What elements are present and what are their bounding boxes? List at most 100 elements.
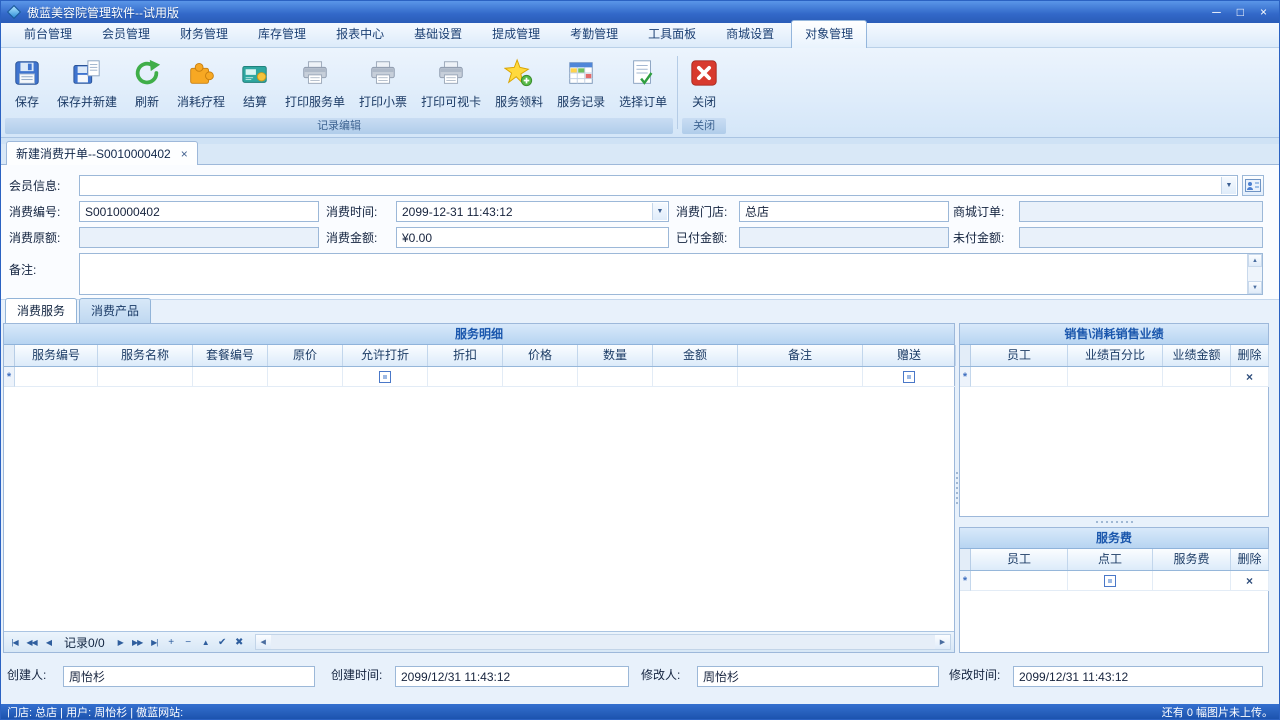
- scroll-up-icon[interactable]: ▲: [1248, 254, 1262, 267]
- cell-service-fee[interactable]: [1153, 571, 1231, 591]
- nav-edit-button[interactable]: ▲: [198, 634, 213, 650]
- nav-prev-page-button[interactable]: ◀◀: [24, 634, 39, 650]
- menu-tab-finance[interactable]: 财务管理: [167, 21, 241, 47]
- column-header[interactable]: 员工: [971, 345, 1068, 366]
- consume-time-combobox[interactable]: 2099-12-31 11:43:12 ▼: [396, 201, 669, 222]
- column-header[interactable]: 员工: [971, 549, 1068, 570]
- creator-field[interactable]: 周怡杉: [63, 666, 315, 687]
- column-header[interactable]: 删除: [1231, 549, 1269, 570]
- column-header[interactable]: 套餐编号: [193, 345, 268, 366]
- nav-post-button[interactable]: ✔: [215, 634, 230, 650]
- modifier-field[interactable]: 周怡杉: [697, 666, 939, 687]
- scroll-left-icon[interactable]: ◀: [256, 635, 271, 649]
- remark-scrollbar[interactable]: ▲ ▼: [1247, 254, 1262, 294]
- document-tab[interactable]: 新建消费开单--S0010000402 ×: [6, 141, 198, 165]
- table-row[interactable]: * ×: [960, 571, 1268, 591]
- menu-tab-object-management[interactable]: 对象管理: [791, 20, 867, 48]
- consume-amount-field[interactable]: ¥0.00: [396, 227, 669, 248]
- cell-discount[interactable]: [428, 367, 503, 387]
- consume-course-button[interactable]: 消耗疗程: [171, 53, 231, 112]
- checkbox-icon[interactable]: [379, 371, 391, 383]
- column-header[interactable]: 删除: [1231, 345, 1269, 366]
- menu-tab-basic-settings[interactable]: 基础设置: [401, 21, 475, 47]
- delete-row-button[interactable]: ×: [1231, 571, 1269, 591]
- menu-tab-commission[interactable]: 提成管理: [479, 21, 553, 47]
- tab-close-icon[interactable]: ×: [181, 149, 188, 159]
- chevron-down-icon[interactable]: ▼: [1221, 177, 1236, 194]
- cell-remark[interactable]: [738, 367, 863, 387]
- nav-next-button[interactable]: ▶: [113, 634, 128, 650]
- remark-textarea[interactable]: ▲ ▼: [79, 253, 1263, 295]
- refresh-button[interactable]: 刷新: [125, 53, 169, 112]
- cell-allow-discount[interactable]: [343, 367, 428, 387]
- service-records-button[interactable]: 服务记录: [551, 53, 611, 112]
- horizontal-splitter[interactable]: [959, 517, 1269, 527]
- menu-tab-members[interactable]: 会员管理: [89, 21, 163, 47]
- consume-no-field[interactable]: S0010000402: [79, 201, 319, 222]
- column-header[interactable]: 备注: [738, 345, 863, 366]
- menu-tab-front-desk[interactable]: 前台管理: [11, 21, 85, 47]
- column-header[interactable]: 赠送: [863, 345, 956, 366]
- checkbox-icon[interactable]: [1104, 575, 1116, 587]
- nav-first-button[interactable]: |◀: [7, 634, 22, 650]
- scroll-right-icon[interactable]: ▶: [935, 635, 950, 649]
- cell-amount[interactable]: [653, 367, 738, 387]
- cell-performance-percent[interactable]: [1068, 367, 1163, 387]
- menu-tab-attendance[interactable]: 考勤管理: [557, 21, 631, 47]
- chevron-down-icon[interactable]: ▼: [652, 203, 667, 220]
- column-header[interactable]: 服务费: [1153, 549, 1231, 570]
- menu-tab-mall-settings[interactable]: 商城设置: [713, 21, 787, 47]
- create-time-field[interactable]: 2099/12/31 11:43:12: [395, 666, 629, 687]
- column-header[interactable]: 点工: [1068, 549, 1153, 570]
- nav-last-button[interactable]: ▶|: [147, 634, 162, 650]
- delete-row-button[interactable]: ×: [1231, 367, 1269, 387]
- column-header[interactable]: 业绩百分比: [1068, 345, 1163, 366]
- cell-performance-amount[interactable]: [1163, 367, 1231, 387]
- close-form-button[interactable]: 关闭: [682, 53, 726, 112]
- nav-next-page-button[interactable]: ▶▶: [130, 634, 145, 650]
- delete-icon[interactable]: ×: [1246, 574, 1253, 588]
- cell-quantity[interactable]: [578, 367, 653, 387]
- nav-insert-button[interactable]: +: [164, 634, 179, 650]
- checkbox-icon[interactable]: [903, 371, 915, 383]
- cell-original-price[interactable]: [268, 367, 343, 387]
- cell-price[interactable]: [503, 367, 578, 387]
- cell-employee[interactable]: [971, 367, 1068, 387]
- column-header[interactable]: 业绩金额: [1163, 345, 1231, 366]
- select-order-button[interactable]: 选择订单: [613, 53, 673, 112]
- cell-point-work[interactable]: [1068, 571, 1153, 591]
- cell-package-code[interactable]: [193, 367, 268, 387]
- tab-consume-product[interactable]: 消费产品: [79, 298, 151, 323]
- cell-service-name[interactable]: [98, 367, 193, 387]
- scroll-down-icon[interactable]: ▼: [1248, 281, 1262, 294]
- print-receipt-button[interactable]: 打印小票: [353, 53, 413, 112]
- save-button[interactable]: 保存: [5, 53, 49, 112]
- column-header[interactable]: 服务编号: [15, 345, 98, 366]
- table-row[interactable]: * ×: [960, 367, 1268, 387]
- column-header[interactable]: 原价: [268, 345, 343, 366]
- column-header[interactable]: 折扣: [428, 345, 503, 366]
- delete-icon[interactable]: ×: [1246, 370, 1253, 384]
- settle-button[interactable]: 结算: [233, 53, 277, 112]
- menu-tab-tools[interactable]: 工具面板: [635, 21, 709, 47]
- column-header[interactable]: 金额: [653, 345, 738, 366]
- cell-service-code[interactable]: [15, 367, 98, 387]
- column-header[interactable]: 数量: [578, 345, 653, 366]
- column-header[interactable]: 服务名称: [98, 345, 193, 366]
- close-icon[interactable]: ×: [1260, 5, 1267, 19]
- column-header[interactable]: 允许打折: [343, 345, 428, 366]
- maximize-icon[interactable]: □: [1237, 5, 1244, 19]
- horizontal-scrollbar[interactable]: ◀ ▶: [255, 634, 951, 650]
- save-and-new-button[interactable]: 保存并新建: [51, 53, 123, 112]
- minimize-icon[interactable]: ─: [1212, 5, 1221, 19]
- service-materials-button[interactable]: 服务领料: [489, 53, 549, 112]
- nav-cancel-button[interactable]: ✖: [232, 634, 247, 650]
- print-visual-card-button[interactable]: 打印可视卡: [415, 53, 487, 112]
- tab-consume-service[interactable]: 消费服务: [5, 298, 77, 323]
- menu-tab-inventory[interactable]: 库存管理: [245, 21, 319, 47]
- column-header[interactable]: 价格: [503, 345, 578, 366]
- cell-gift[interactable]: [863, 367, 956, 387]
- nav-prev-button[interactable]: ◀: [41, 634, 56, 650]
- member-info-combobox[interactable]: ▼: [79, 175, 1238, 196]
- cell-employee[interactable]: [971, 571, 1068, 591]
